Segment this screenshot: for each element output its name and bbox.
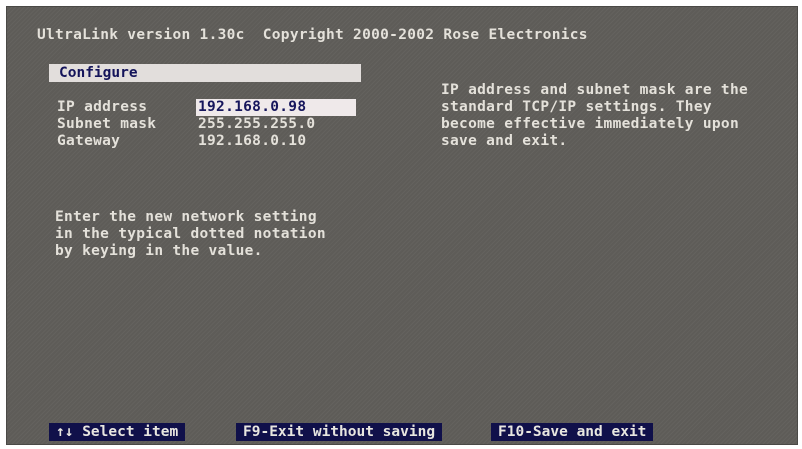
select-item-key[interactable]: ↑↓ Select item	[49, 423, 186, 441]
help-text-right-line: standard TCP/IP settings. They	[441, 99, 712, 115]
help-text-left-line: in the typical dotted notation	[55, 226, 326, 242]
ip-address-label: IP address	[57, 99, 148, 115]
configure-section-header: Configure	[49, 64, 361, 82]
exit-without-saving-key[interactable]: F9-Exit without saving	[236, 423, 443, 441]
help-text-right-line: become effective immediately upon	[441, 116, 739, 132]
help-text-right-line: save and exit.	[441, 133, 568, 149]
configure-section-label: Configure	[59, 65, 138, 81]
help-text-left-line: by keying in the value.	[55, 243, 263, 259]
subnet-mask-field[interactable]: 255.255.255.0	[198, 116, 315, 133]
gateway-label: Gateway	[57, 133, 121, 149]
terminal-screen: UltraLink version 1.30c Copyright 2000-2…	[6, 6, 798, 445]
help-text-left-line: Enter the new network setting	[55, 209, 317, 225]
app-title: UltraLink version 1.30c Copyright 2000-2…	[37, 27, 588, 43]
ip-address-field[interactable]: 192.168.0.98	[196, 99, 356, 116]
help-text-right-line: IP address and subnet mask are the	[441, 82, 749, 98]
gateway-field[interactable]: 192.168.0.10	[198, 133, 306, 150]
subnet-mask-label: Subnet mask	[57, 116, 157, 132]
save-and-exit-key[interactable]: F10-Save and exit	[491, 423, 654, 441]
